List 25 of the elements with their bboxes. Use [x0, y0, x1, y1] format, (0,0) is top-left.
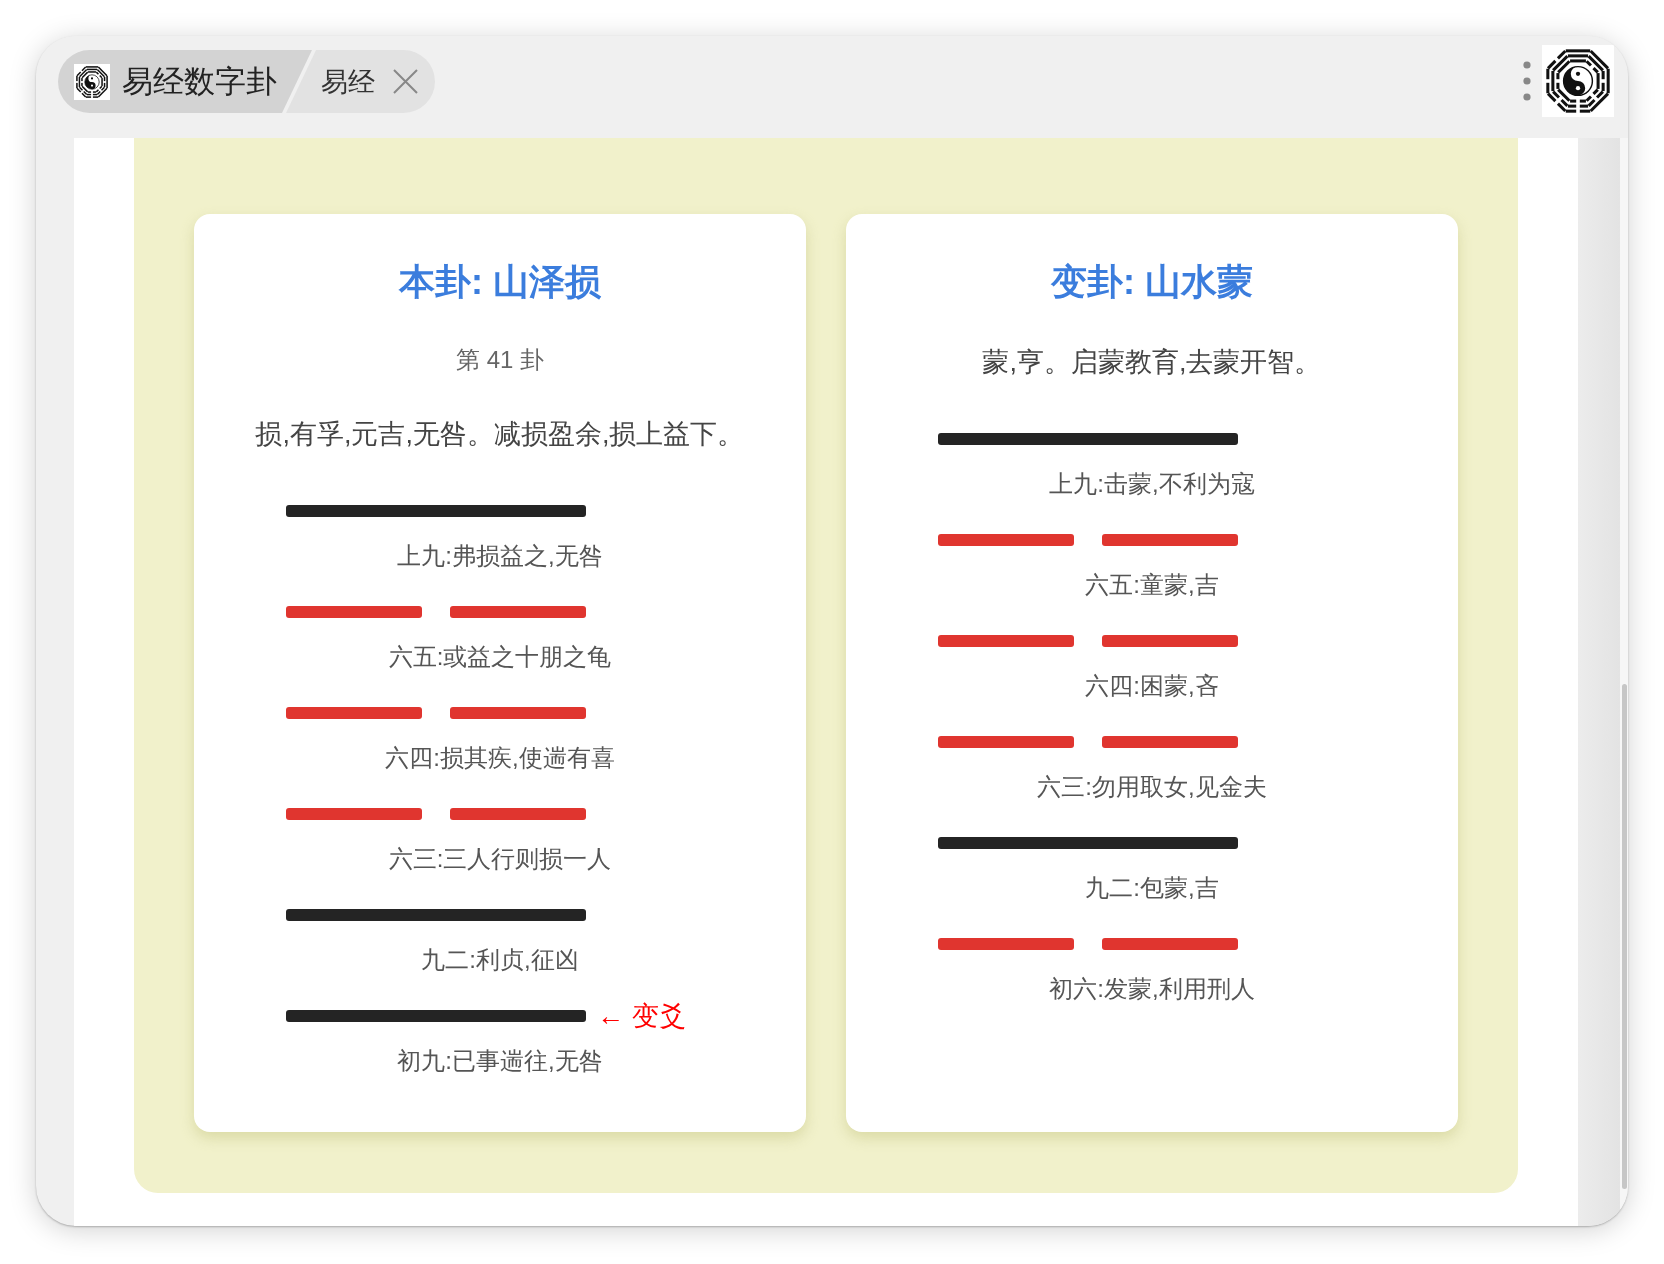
hexagram-description: 损,有孚,元吉,无咎。减损盈余,损上益下。	[255, 418, 745, 451]
line-text: 六五:童蒙,吉	[1085, 570, 1219, 600]
line-text: 六三:勿用取女,见金夫	[1037, 772, 1267, 802]
close-icon[interactable]	[393, 69, 418, 94]
line-text: 六五:或益之十朋之龟	[388, 642, 612, 672]
scrollbar-thumb[interactable]	[1622, 684, 1627, 1189]
card-title: 变卦: 山水蒙	[1051, 260, 1253, 304]
line-text: 初九:已事遄往,无咎	[397, 1046, 603, 1076]
page-tab[interactable]: 易经	[286, 50, 435, 113]
hexagram-description: 蒙,亨。启蒙教育,去蒙开智。	[982, 346, 1322, 379]
line-text: 六四:损其疾,使遄有喜	[385, 743, 615, 773]
line-text: 上九:弗损益之,无咎	[397, 541, 603, 571]
line-text: 六四:困蒙,吝	[1085, 671, 1219, 701]
hexagram-number: 第 41 卦	[456, 345, 544, 375]
changing-line-marker: ← 变爻	[597, 1000, 686, 1032]
bagua-icon	[74, 63, 110, 100]
line-text: 上九:击蒙,不利为寇	[1049, 469, 1255, 499]
app-title-tab[interactable]: 易经数字卦	[58, 50, 312, 113]
line-text: 六三:三人行则损一人	[388, 844, 612, 874]
card-title: 本卦: 山泽损	[399, 260, 601, 304]
more-icon[interactable]	[1523, 61, 1531, 101]
line-text: 九二:包蒙,吉	[1085, 873, 1219, 903]
line-text: 初六:发蒙,利用刑人	[1049, 974, 1255, 1004]
bagua-icon[interactable]	[1542, 45, 1614, 117]
line-text: 九二:利贞,征凶	[421, 945, 579, 975]
